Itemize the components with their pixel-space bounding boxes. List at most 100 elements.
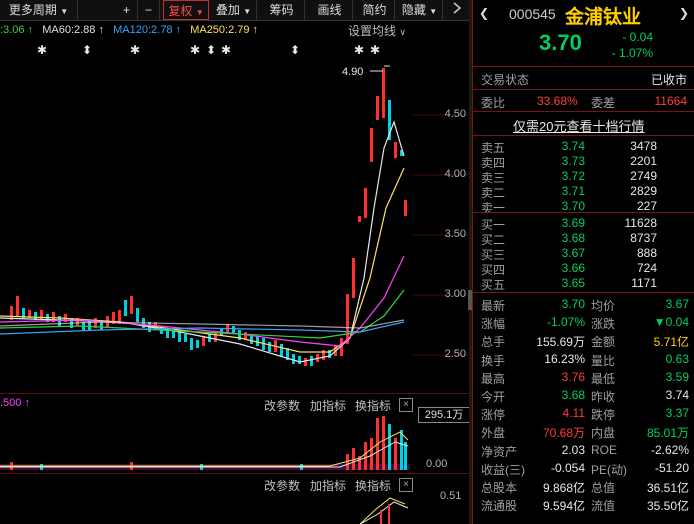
chart-toolbar: 更多周期 ▼ + − 复权 ▼ 叠加 ▼ 筹码 画线 简约 隐藏 ▼	[0, 0, 470, 21]
stock-code: 000545	[509, 6, 556, 22]
stat-value: 36.51亿	[646, 481, 689, 495]
bid-row-price[interactable]: 3.67	[543, 246, 585, 260]
stat-label: 换手	[481, 353, 506, 368]
price-tick: 3.00	[444, 288, 466, 300]
ma-lines	[0, 120, 405, 363]
huaxian-button[interactable]: 画线	[307, 0, 353, 20]
divider	[473, 89, 694, 90]
ask-row-label: 卖一	[481, 201, 506, 215]
ask-row-price[interactable]: 3.72	[543, 169, 585, 183]
stat-label: 内盘	[591, 426, 616, 441]
diejia-menu[interactable]: 叠加 ▼	[211, 0, 257, 20]
ask-row-volume: 2829	[630, 184, 657, 198]
period-menu[interactable]: 更多周期 ▼	[0, 0, 78, 20]
price-tick: 4.00	[444, 168, 466, 180]
nav-next-icon[interactable]: ❯	[679, 6, 689, 20]
chouma-button[interactable]: 筹码	[259, 0, 305, 20]
dropdown-caret-icon: ▼	[195, 8, 204, 17]
svg-text:✱: ✱	[221, 43, 231, 57]
event-markers: ✱ ⬍ ✱ ✱ ⬍ ✱ ⬍ ✱ ✱	[37, 43, 380, 57]
ask-row-volume: 3478	[630, 139, 657, 153]
stat-value: 85.01万	[646, 426, 689, 441]
bid-row-price[interactable]: 3.69	[543, 216, 585, 230]
zoom-out-button[interactable]: −	[138, 0, 160, 20]
divider	[0, 473, 470, 474]
weicha-value: 11664	[654, 94, 687, 108]
stat-value: 3.76	[561, 369, 585, 384]
level2-promo-link[interactable]: 仅需20元查看十档行情	[513, 116, 644, 135]
stat-label: 涨幅	[481, 317, 506, 332]
divider	[0, 393, 470, 394]
dropdown-caret-icon: ▼	[243, 7, 252, 16]
svg-text:⬍: ⬍	[290, 43, 300, 57]
stat-value: 3.68	[561, 388, 585, 402]
stat-value: -2.62%	[650, 442, 689, 457]
sub1-close-icon[interactable]: ×	[399, 398, 413, 412]
stat-value: -51.20	[654, 460, 689, 475]
divider	[473, 292, 694, 293]
bid-row-price[interactable]: 3.68	[543, 231, 585, 245]
yincang-label: 隐藏	[401, 3, 426, 17]
svg-text:⬍: ⬍	[206, 43, 216, 57]
stat-value: -0.054	[550, 460, 585, 475]
stat-value: 3.37	[665, 406, 689, 421]
yincang-menu[interactable]: 隐藏 ▼	[397, 0, 443, 20]
stat-label: 均价	[591, 299, 616, 313]
stat-label: 总股本	[481, 481, 518, 495]
stat-label: 总手	[481, 335, 506, 350]
bid-row-price[interactable]: 3.65	[543, 276, 585, 290]
price-change-pct: - 1.07%	[611, 46, 653, 60]
ma-prev-value: :3.06 ↑	[0, 24, 34, 36]
price-tick: 3.50	[444, 228, 466, 240]
bid-row-volume: 724	[636, 261, 657, 275]
ask-row-price[interactable]: 3.71	[543, 184, 585, 198]
high-marker-label: 4.90	[342, 66, 363, 78]
macd-chart	[360, 497, 409, 524]
volume-indicator-label: .500 ↑	[0, 397, 30, 409]
bid-row-price[interactable]: 3.66	[543, 261, 585, 275]
zoom-in-button[interactable]: +	[116, 0, 138, 20]
period-label: 更多周期	[8, 3, 57, 17]
ask-row-price[interactable]: 3.74	[543, 139, 585, 153]
bid-row-volume: 888	[636, 246, 657, 260]
stat-label: 涨停	[481, 408, 506, 423]
ask-row-volume: 2201	[630, 154, 657, 168]
svg-text:✱: ✱	[37, 43, 47, 57]
stat-value: ▼0.04	[653, 315, 689, 330]
stat-label: 最低	[591, 371, 616, 386]
weibi-value: 33.68%	[537, 94, 578, 108]
divider	[473, 66, 694, 67]
svg-text:⬍: ⬍	[82, 43, 92, 57]
ask-row-volume: 2749	[630, 169, 657, 183]
sub2-add-indicator-button[interactable]: 加指标	[310, 477, 346, 494]
ask-row-price[interactable]: 3.70	[543, 199, 585, 213]
divider	[473, 212, 694, 213]
fuquan-menu[interactable]: 复权 ▼	[163, 0, 209, 20]
stat-value: 3.70	[561, 297, 585, 311]
sub2-params-button[interactable]: 改参数	[264, 477, 300, 494]
price-change: - 0.04	[622, 30, 653, 44]
stat-value: 3.59	[665, 369, 689, 384]
ask-row-price[interactable]: 3.73	[543, 154, 585, 168]
dropdown-caret-icon: ▼	[429, 7, 438, 16]
collapse-icon[interactable]	[446, 0, 468, 20]
divider	[473, 111, 694, 112]
volume-chart	[0, 416, 410, 470]
stat-value: 0.63	[665, 351, 689, 366]
last-price: 3.70	[539, 30, 582, 55]
stat-value: 35.50亿	[646, 499, 689, 514]
svg-text:✱: ✱	[354, 43, 364, 57]
stat-value: 70.68万	[542, 426, 585, 441]
candles	[10, 65, 407, 366]
bid-row-volume: 8737	[630, 231, 657, 245]
ma250-value: MA250:2.79 ↑	[190, 24, 259, 36]
stat-value: 9.868亿	[542, 481, 585, 495]
stat-label: 今开	[481, 390, 506, 404]
stat-label: 涨跌	[591, 317, 616, 332]
trade-status: 已收市	[650, 73, 687, 87]
ma-settings-button[interactable]: 设置均线 ∨	[348, 22, 406, 39]
stat-label: PE(动)	[591, 462, 628, 477]
bid-row-label: 买五	[481, 278, 506, 292]
jianyue-button[interactable]: 简约	[355, 0, 395, 20]
nav-prev-icon[interactable]: ❮	[479, 6, 489, 20]
